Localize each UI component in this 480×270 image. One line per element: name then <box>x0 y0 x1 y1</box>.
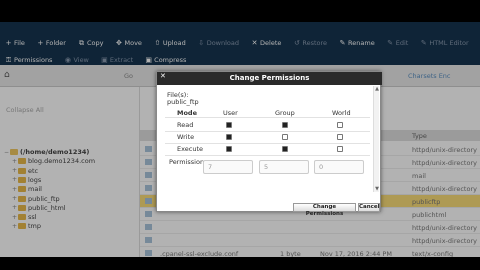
dialog-title: Change Permissions <box>157 72 382 85</box>
mode-label: Write <box>177 133 195 141</box>
mode-label: Read <box>177 121 194 129</box>
divider <box>165 155 370 156</box>
checkbox-write-group[interactable] <box>282 134 288 140</box>
permission-label: Permission <box>169 158 205 166</box>
scroll-up-icon[interactable]: ▲ <box>374 86 380 92</box>
change-permissions-dialog: Change Permissions ✕ ▲ ▼ File(s): public… <box>156 71 382 217</box>
change-permissions-button[interactable]: Change Permissions <box>293 203 356 217</box>
checkbox-write-world[interactable] <box>337 134 343 140</box>
scroll-down-icon[interactable]: ▼ <box>374 186 380 192</box>
checkbox-read-world[interactable] <box>337 122 343 128</box>
dialog-scrollbar[interactable]: ▲ ▼ <box>373 86 379 192</box>
user-header: User <box>223 109 238 117</box>
permission-group-input[interactable]: 5 <box>259 160 309 174</box>
checkbox-execute-world[interactable] <box>337 146 343 152</box>
mode-header: Mode <box>177 109 197 117</box>
mode-label: Execute <box>177 145 203 153</box>
permission-world-input[interactable]: 0 <box>314 160 364 174</box>
checkbox-write-user[interactable] <box>226 134 232 140</box>
checkbox-execute-user[interactable] <box>226 146 232 152</box>
divider <box>165 143 370 144</box>
group-header: Group <box>275 109 295 117</box>
divider <box>165 117 370 118</box>
checkbox-execute-group[interactable] <box>282 146 288 152</box>
cancel-button[interactable]: Cancel <box>358 203 380 212</box>
checkbox-read-group[interactable] <box>282 122 288 128</box>
close-icon[interactable]: ✕ <box>160 72 166 80</box>
divider <box>165 131 370 132</box>
world-header: World <box>332 109 351 117</box>
file-value: public_ftp <box>167 98 199 106</box>
checkbox-read-user[interactable] <box>226 122 232 128</box>
permission-user-input[interactable]: 7 <box>203 160 253 174</box>
